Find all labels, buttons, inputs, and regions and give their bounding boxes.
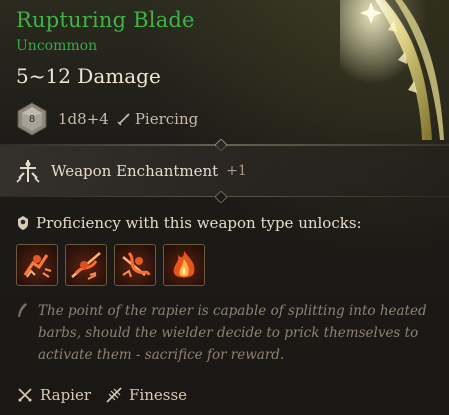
action-list [16, 244, 205, 286]
item-tooltip: Rupturing Blade Uncommon 5~12 Damage 8 1… [0, 0, 449, 415]
item-rarity: Uncommon [16, 38, 98, 54]
enchantment-value: +1 [226, 163, 247, 179]
brace-action-icon[interactable] [114, 244, 156, 286]
piercing-icon [117, 113, 130, 126]
proficiency-label: Proficiency with this weapon type unlock… [36, 214, 362, 232]
weapon-properties: Rapier Finesse [16, 386, 201, 404]
proficiency-row: Proficiency with this weapon type unlock… [16, 214, 362, 232]
enchant-icon [16, 160, 40, 183]
divider-diamond-icon [215, 191, 227, 203]
lore-quill-icon [18, 303, 27, 317]
finesse-icon [106, 387, 122, 403]
damage-range: 5~12 Damage [16, 64, 161, 88]
rapier-icon [18, 388, 32, 402]
proficiency-icon [18, 216, 28, 230]
blade-artwork-icon [340, 0, 449, 140]
damage-dice-row: 8 1d8+4 Piercing [16, 102, 198, 136]
fire-action-icon[interactable] [163, 244, 205, 286]
die-label: 8 [28, 113, 36, 125]
property-finesse: Finesse [129, 386, 188, 404]
flourish-action-icon[interactable] [65, 244, 107, 286]
enchantment-row[interactable]: Weapon Enchantment +1 [0, 146, 449, 196]
damage-formula: 1d8+4 [58, 110, 109, 128]
rupture-action-icon[interactable] [16, 244, 58, 286]
enchantment-label: Weapon Enchantment [51, 162, 219, 180]
property-rapier: Rapier [40, 386, 92, 404]
lore-text: The point of the rapier is capable of sp… [38, 303, 427, 363]
d8-die-icon: 8 [16, 102, 48, 136]
damage-type: Piercing [134, 110, 199, 128]
item-name: Rupturing Blade [16, 8, 195, 32]
